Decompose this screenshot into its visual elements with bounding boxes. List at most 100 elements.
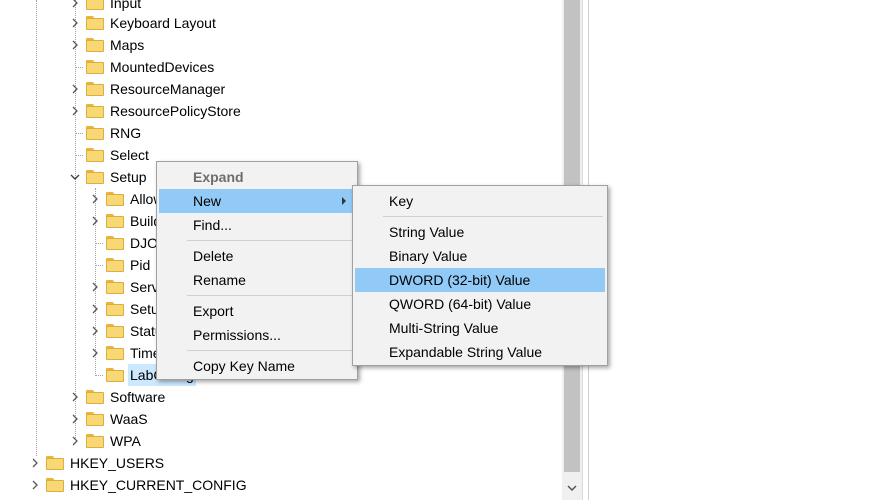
menu-item-label: Permissions... bbox=[193, 327, 281, 343]
menu-item-export[interactable]: Export bbox=[159, 299, 355, 323]
chevron-right-icon[interactable] bbox=[88, 320, 102, 342]
tree-node-resourcemanager[interactable]: ResourceManager bbox=[68, 78, 225, 100]
submenu-item-dword-value[interactable]: DWORD (32-bit) Value bbox=[355, 268, 605, 292]
tree-node-label: HKEY_CURRENT_CONFIG bbox=[70, 477, 247, 493]
folder-icon bbox=[106, 280, 124, 294]
values-pane[interactable] bbox=[588, 0, 888, 500]
tree-node-label: MountedDevices bbox=[110, 59, 215, 75]
submenu-item-binary-value[interactable]: Binary Value bbox=[355, 244, 605, 268]
folder-icon bbox=[86, 126, 104, 140]
menu-item-new[interactable]: New bbox=[159, 189, 355, 213]
chevron-right-icon[interactable] bbox=[88, 276, 102, 298]
menu-item-label: Delete bbox=[193, 248, 234, 264]
menu-separator bbox=[187, 240, 353, 241]
submenu-arrow-icon bbox=[341, 189, 347, 213]
menu-item-label: String Value bbox=[389, 224, 465, 240]
menu-item-copy-key-name[interactable]: Copy Key Name bbox=[159, 354, 355, 378]
folder-icon bbox=[106, 236, 124, 250]
tree-node-label: Software bbox=[110, 389, 166, 405]
folder-icon bbox=[86, 104, 104, 118]
folder-icon bbox=[86, 38, 104, 52]
no-chevron-spacer bbox=[88, 254, 102, 276]
no-chevron-spacer bbox=[88, 232, 102, 254]
menu-item-label: Export bbox=[193, 303, 234, 319]
menu-item-expand[interactable]: Expand bbox=[159, 165, 355, 189]
folder-icon bbox=[86, 82, 104, 96]
menu-item-label: Binary Value bbox=[389, 248, 468, 264]
tree-node-label: WaaS bbox=[110, 411, 148, 427]
menu-item-label: Multi-String Value bbox=[389, 320, 499, 336]
chevron-right-icon[interactable] bbox=[68, 386, 82, 408]
chevron-right-icon[interactable] bbox=[28, 452, 42, 474]
chevron-right-icon[interactable] bbox=[88, 188, 102, 210]
folder-icon bbox=[86, 412, 104, 426]
menu-item-label: New bbox=[193, 193, 222, 209]
submenu-item-string-value[interactable]: String Value bbox=[355, 220, 605, 244]
folder-icon bbox=[46, 456, 64, 470]
menu-item-label: Key bbox=[389, 193, 414, 209]
tree-node-waas[interactable]: WaaS bbox=[68, 408, 148, 430]
chevron-right-icon[interactable] bbox=[68, 408, 82, 430]
menu-item-delete[interactable]: Delete bbox=[159, 244, 355, 268]
tree-node-label: Setup bbox=[110, 169, 147, 185]
tree-node-maps[interactable]: Maps bbox=[68, 34, 144, 56]
folder-icon bbox=[86, 148, 104, 162]
submenu-item-qword-value[interactable]: QWORD (64-bit) Value bbox=[355, 292, 605, 316]
tree-node-software[interactable]: Software bbox=[68, 386, 165, 408]
menu-separator bbox=[187, 350, 353, 351]
no-chevron-spacer bbox=[68, 56, 82, 78]
tree-line bbox=[36, 0, 37, 456]
no-chevron-spacer bbox=[88, 364, 102, 386]
menu-item-rename[interactable]: Rename bbox=[159, 268, 355, 292]
tree-node-wpa[interactable]: WPA bbox=[68, 430, 141, 452]
tree-node-setup-child[interactable]: Pid bbox=[88, 254, 150, 276]
submenu-item-multi-string-value[interactable]: Multi-String Value bbox=[355, 316, 605, 340]
tree-node-hkey-current-config[interactable]: HKEY_CURRENT_CONFIG bbox=[28, 474, 247, 496]
tree-node-select[interactable]: Select bbox=[68, 144, 149, 166]
submenu-item-key[interactable]: Key bbox=[355, 189, 605, 213]
folder-icon bbox=[86, 60, 104, 74]
tree-node-label: ResourceManager bbox=[110, 81, 226, 97]
menu-item-label: Rename bbox=[193, 272, 246, 288]
menu-item-permissions[interactable]: Permissions... bbox=[159, 323, 355, 347]
menu-item-label: QWORD (64-bit) Value bbox=[389, 296, 532, 312]
folder-icon bbox=[86, 0, 104, 10]
folder-icon bbox=[86, 390, 104, 404]
submenu-item-expandable-string-value[interactable]: Expandable String Value bbox=[355, 340, 605, 364]
menu-item-find[interactable]: Find... bbox=[159, 213, 355, 237]
tree-node-label: WPA bbox=[110, 433, 141, 449]
tree-node-resourcepolicystore[interactable]: ResourcePolicyStore bbox=[68, 100, 241, 122]
scroll-down-icon[interactable] bbox=[562, 476, 582, 500]
chevron-right-icon[interactable] bbox=[68, 430, 82, 452]
tree-node-setup[interactable]: Setup bbox=[68, 166, 147, 188]
tree-node-keyboard-layout[interactable]: Keyboard Layout bbox=[68, 12, 216, 34]
no-chevron-spacer bbox=[68, 122, 82, 144]
menu-separator bbox=[187, 295, 353, 296]
folder-icon bbox=[106, 346, 124, 360]
chevron-right-icon[interactable] bbox=[28, 474, 42, 496]
tree-node-rng[interactable]: RNG bbox=[68, 122, 141, 144]
menu-separator bbox=[383, 216, 603, 217]
tree-node-hkey-users[interactable]: HKEY_USERS bbox=[28, 452, 164, 474]
chevron-right-icon[interactable] bbox=[88, 342, 102, 364]
menu-item-label: Expandable String Value bbox=[389, 344, 543, 360]
chevron-right-icon[interactable] bbox=[68, 100, 82, 122]
chevron-right-icon[interactable] bbox=[88, 210, 102, 232]
tree-node-label: RNG bbox=[110, 125, 142, 141]
new-submenu: Key String Value Binary Value DWORD (32-… bbox=[352, 185, 608, 366]
folder-icon bbox=[106, 324, 124, 338]
folder-icon bbox=[106, 192, 124, 206]
menu-item-label: Find... bbox=[193, 217, 232, 233]
tree-node-label: Keyboard Layout bbox=[110, 15, 216, 31]
chevron-right-icon[interactable] bbox=[68, 34, 82, 56]
menu-item-label: DWORD (32-bit) Value bbox=[389, 272, 531, 288]
folder-icon bbox=[86, 16, 104, 30]
chevron-right-icon[interactable] bbox=[68, 12, 82, 34]
chevron-down-icon[interactable] bbox=[68, 166, 82, 188]
chevron-right-icon[interactable] bbox=[68, 78, 82, 100]
tree-node-mounteddevices[interactable]: MountedDevices bbox=[68, 56, 214, 78]
folder-icon bbox=[106, 368, 124, 382]
tree-node-label: Select bbox=[110, 147, 149, 163]
tree-node-label: Pid bbox=[130, 257, 151, 273]
chevron-right-icon[interactable] bbox=[88, 298, 102, 320]
